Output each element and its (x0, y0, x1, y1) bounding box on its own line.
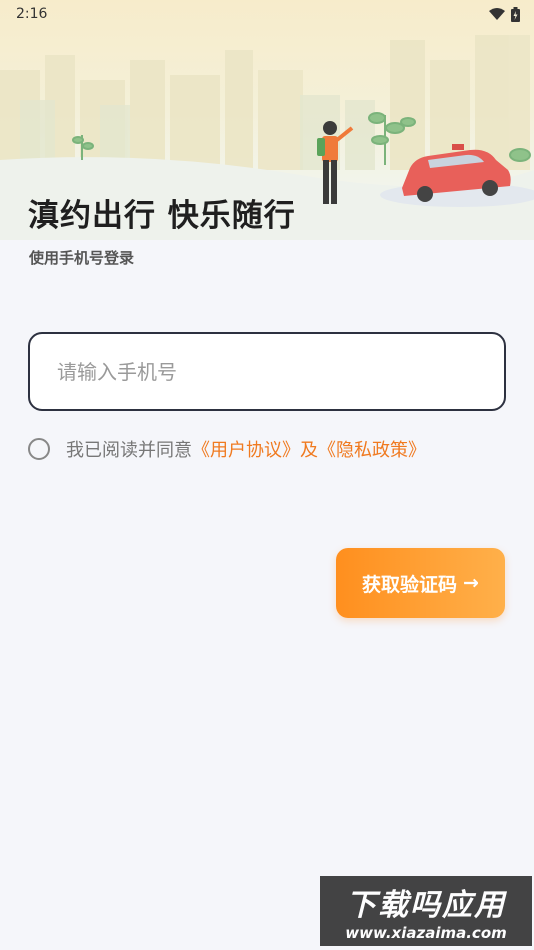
agreement-radio[interactable] (28, 438, 50, 460)
phone-number-input[interactable] (57, 359, 504, 384)
watermark-url: www.xiazaima.com (345, 924, 507, 942)
user-agreement-link[interactable]: 《用户协议》 (192, 436, 300, 462)
watermark-title: 下载吗应用 (346, 888, 506, 923)
get-code-label: 获取验证码 (362, 573, 458, 596)
agreement-conjunction: 及 (300, 440, 318, 461)
agreement-prefix: 我已阅读并同意 (66, 440, 192, 461)
page-subtitle: 使用手机号登录 (29, 249, 135, 267)
wifi-icon (489, 8, 505, 20)
status-bar: 2:16 (0, 0, 534, 28)
arrow-right-icon: → (463, 572, 479, 594)
watermark: 下载吗应用 www.xiazaima.com (320, 876, 532, 946)
phone-number-field[interactable] (28, 332, 506, 411)
status-time: 2:16 (16, 6, 48, 22)
page-title: 滇约出行 快乐随行 (28, 198, 296, 234)
privacy-policy-link[interactable]: 《隐私政策》 (318, 436, 426, 462)
status-icons (489, 6, 520, 22)
get-code-button[interactable]: 获取验证码 → (336, 548, 505, 618)
agreement-row: 我已阅读并同意 《用户协议》 及 《隐私政策》 (28, 436, 426, 462)
battery-icon (511, 6, 520, 22)
